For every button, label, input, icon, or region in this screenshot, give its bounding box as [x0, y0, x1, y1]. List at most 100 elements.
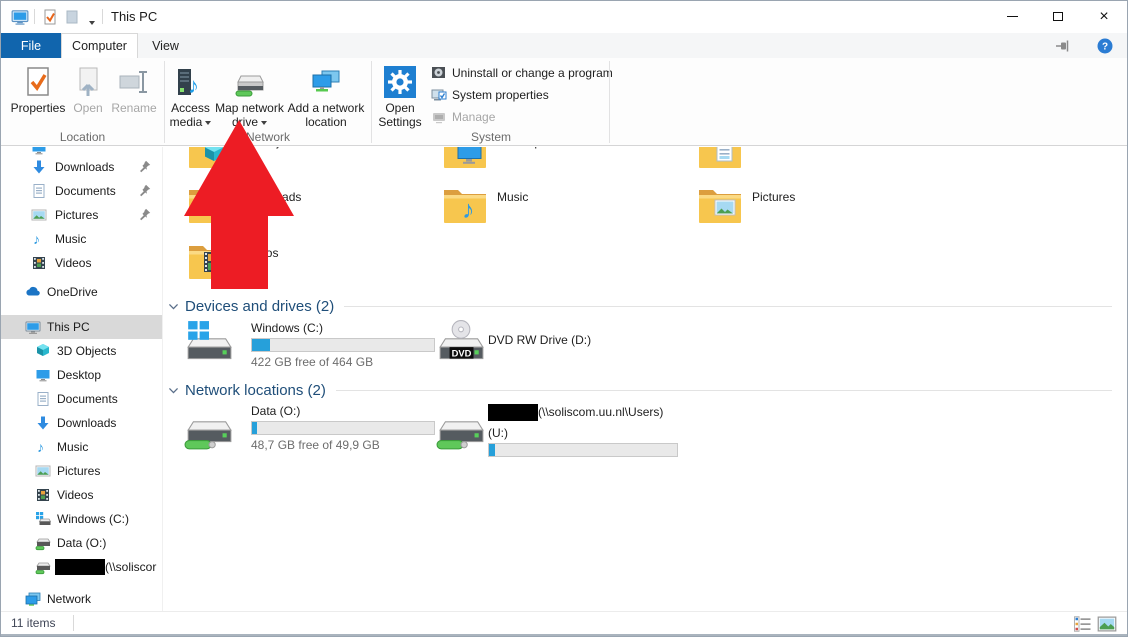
divider — [344, 306, 1112, 307]
access-media-icon: ♪ — [175, 66, 207, 98]
sidebar-item-onedrive[interactable]: OneDrive — [1, 280, 163, 304]
pin-icon — [138, 160, 151, 173]
sidebar-item-windows-c[interactable]: Windows (C:) — [1, 507, 163, 531]
sidebar-item-documents[interactable]: Documents — [1, 179, 163, 203]
divider — [336, 390, 1112, 391]
network-drive-icon — [35, 535, 51, 551]
ribbon: Properties Open Rename Location ♪ Access… — [1, 58, 1127, 146]
folder-documents-icon — [696, 147, 744, 174]
section-heading-devices[interactable]: Devices and drives (2) — [167, 297, 1112, 315]
folder-tile-pictures[interactable]: Pictures — [696, 181, 946, 229]
onedrive-cloud-icon — [25, 284, 41, 300]
svg-text:?: ? — [1102, 42, 1108, 53]
sidebar-item-videos[interactable]: Videos — [1, 251, 163, 275]
sidebar-item-downloads[interactable]: Downloads — [1, 155, 163, 179]
redaction-box — [55, 559, 105, 575]
divider — [102, 9, 103, 24]
open-button: Open — [67, 61, 109, 141]
window-title: This PC — [111, 9, 157, 24]
uninstall-icon — [431, 65, 447, 81]
folder-tile-videos[interactable]: Videos — [186, 237, 436, 285]
quick-access-properties-icon[interactable] — [42, 9, 58, 25]
manage-button: Manage — [427, 106, 499, 127]
properties-button[interactable]: Properties — [9, 61, 67, 141]
sidebar-item-this-pc[interactable]: This PC — [1, 315, 163, 339]
quick-access-newfolder-icon[interactable] — [64, 9, 80, 25]
pin-ribbon-icon[interactable] — [1055, 38, 1071, 54]
folder-tile-documents[interactable]: Documents — [696, 147, 946, 174]
desktop-icon — [35, 367, 51, 383]
app-icon — [11, 8, 29, 26]
rename-button: Rename — [109, 61, 159, 141]
folder-tile-3d-objects[interactable]: 3D Objects — [186, 147, 436, 174]
network-icon — [25, 591, 41, 607]
sidebar-item-pictures-pc[interactable]: Pictures — [1, 459, 163, 483]
quick-access-customize-chevron-icon[interactable] — [86, 14, 95, 32]
drive-tile-dvd[interactable]: DVD DVD RW Drive (D:) — [436, 321, 686, 373]
system-properties-icon — [431, 87, 447, 103]
divider — [34, 9, 35, 24]
chevron-down-icon[interactable] — [167, 300, 180, 313]
add-network-location-button[interactable]: Add a network location — [285, 61, 367, 141]
item-count: 11 items — [11, 616, 55, 630]
network-drive-icon — [184, 402, 234, 452]
uninstall-program-button[interactable]: Uninstall or change a program — [427, 62, 617, 83]
details-view-button[interactable] — [1073, 614, 1093, 633]
folder-tile-downloads[interactable]: Downloads — [186, 181, 436, 229]
dropdown-caret-icon — [205, 121, 211, 125]
ribbon-tab-row: File Computer View ? — [1, 33, 1127, 58]
divider — [164, 61, 165, 143]
pin-icon — [138, 208, 151, 221]
maximize-button[interactable] — [1035, 1, 1081, 32]
dropdown-caret-icon — [261, 121, 267, 125]
folder-desktop-icon — [441, 147, 489, 174]
folder-tile-desktop[interactable]: Desktop — [441, 147, 691, 174]
chevron-down-icon[interactable] — [167, 384, 180, 397]
sidebar-item-videos-pc[interactable]: Videos — [1, 483, 163, 507]
svg-text:♪: ♪ — [462, 196, 475, 224]
system-properties-button[interactable]: System properties — [427, 84, 553, 105]
file-list-pane: 3D Objects Desktop Documents Downloads ♪… — [164, 147, 1122, 611]
thumbnail-view-button[interactable] — [1097, 614, 1117, 633]
access-media-button[interactable]: ♪ Access media — [167, 61, 214, 141]
sidebar-item-pictures[interactable]: Pictures — [1, 203, 163, 227]
capacity-bar — [251, 421, 435, 435]
divider — [371, 61, 372, 143]
help-icon[interactable]: ? — [1097, 38, 1113, 54]
music-icon: ♪ — [35, 439, 51, 455]
folder-music-icon: ♪ — [441, 181, 489, 229]
sidebar-item-user-drive[interactable]: (\\soliscor — [1, 555, 163, 579]
close-button[interactable]: × — [1081, 1, 1127, 32]
status-bar: 11 items — [1, 611, 1127, 634]
tab-view[interactable]: View — [138, 33, 193, 58]
tab-file[interactable]: File — [1, 33, 61, 58]
tab-computer[interactable]: Computer — [61, 33, 138, 58]
drive-tile-user-u[interactable]: (\\soliscom.uu.nl\Users) (U:) — [436, 404, 856, 456]
sidebar-item-music[interactable]: ♪ Music — [1, 227, 163, 251]
settings-gear-icon — [384, 66, 416, 98]
redaction-box — [488, 404, 538, 421]
network-drive-icon — [35, 559, 51, 575]
capacity-bar — [488, 443, 678, 457]
explorer-window: This PC × File Computer View ? Propertie… — [0, 0, 1128, 637]
minimize-button[interactable] — [989, 1, 1035, 32]
divider — [73, 615, 74, 631]
folder-videos-icon — [186, 237, 234, 285]
section-heading-network-locations[interactable]: Network locations (2) — [167, 381, 1112, 399]
svg-text:♪: ♪ — [188, 73, 199, 98]
open-settings-button[interactable]: Open Settings — [375, 61, 425, 141]
drive-tile-data-o[interactable]: Data (O:) 48,7 GB free of 49,9 GB — [184, 404, 434, 456]
navigation-pane: Downloads Documents Pictures ♪ Music Vid… — [1, 147, 163, 611]
sidebar-item-network[interactable]: Network — [1, 587, 163, 611]
folder-tile-music[interactable]: ♪ Music — [441, 181, 691, 229]
sidebar-item-documents-pc[interactable]: Documents — [1, 387, 163, 411]
sidebar-item-music-pc[interactable]: ♪ Music — [1, 435, 163, 459]
add-network-location-icon — [310, 66, 342, 98]
sidebar-item-downloads-pc[interactable]: Downloads — [1, 411, 163, 435]
drive-tile-windows-c[interactable]: Windows (C:) 422 GB free of 464 GB — [184, 321, 434, 373]
sidebar-item-3d-objects[interactable]: 3D Objects — [1, 339, 163, 363]
sidebar-item-desktop[interactable]: Desktop — [1, 363, 163, 387]
video-icon — [35, 487, 51, 503]
sidebar-item-data-o[interactable]: Data (O:) — [1, 531, 163, 555]
map-network-drive-button[interactable]: Map network drive — [214, 61, 285, 141]
